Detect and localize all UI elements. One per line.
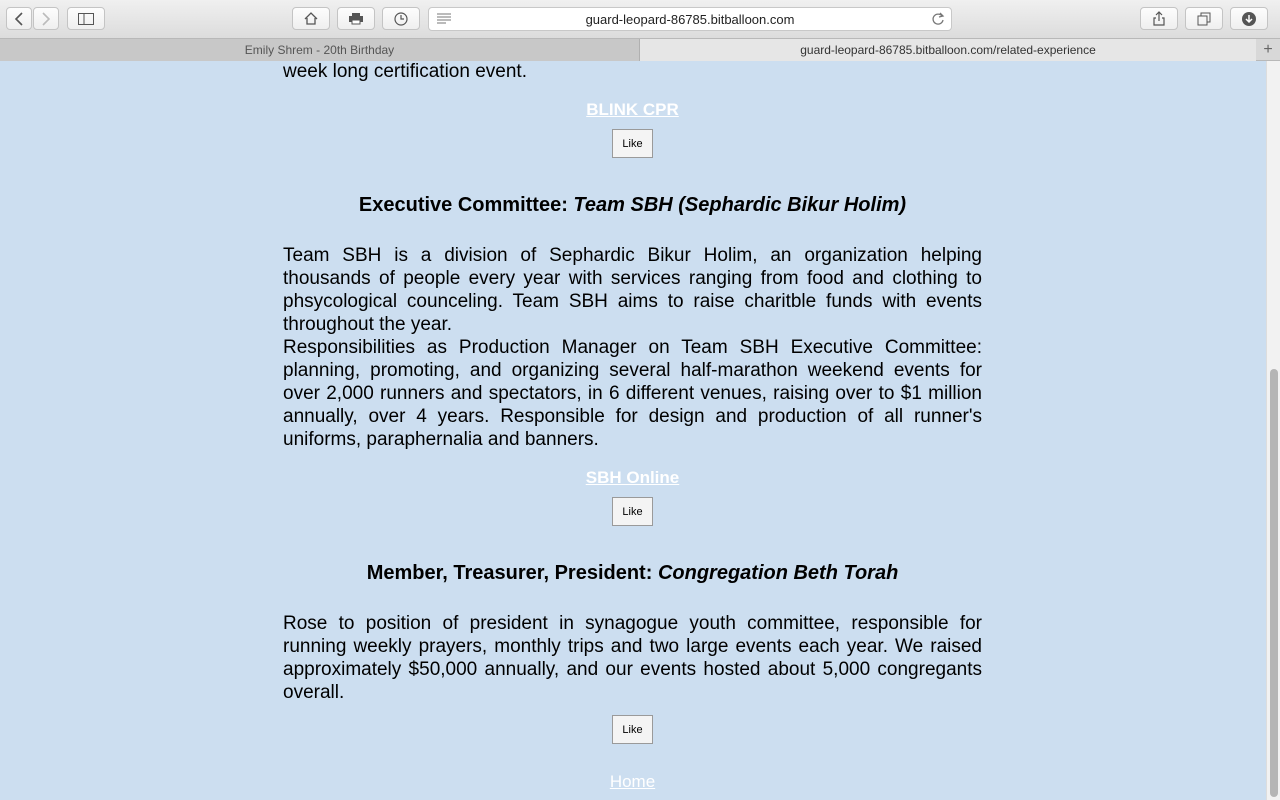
role-title: Member, Treasurer, President:: [366, 562, 658, 584]
sbh-online-link[interactable]: SBH Online: [283, 468, 982, 488]
back-button[interactable]: [6, 7, 32, 30]
section-paragraph: Team SBH is a division of Sephardic Biku…: [283, 245, 982, 335]
tab-bar: Emily Shrem - 20th Birthday guard-leopar…: [0, 39, 1280, 61]
tabs-overview-button[interactable]: [1185, 7, 1223, 30]
home-button[interactable]: [292, 7, 330, 30]
address-bar[interactable]: guard-leopard-86785.bitballoon.com: [428, 7, 952, 31]
page-viewport: week long certification event. BLINK CPR…: [0, 61, 1266, 800]
section-paragraph: Rose to position of president in synagog…: [283, 613, 982, 703]
sidebar-button[interactable]: [67, 7, 105, 30]
like-button[interactable]: Like: [612, 715, 653, 744]
sidebar-icon: [78, 12, 94, 25]
home-icon: [304, 12, 318, 25]
reader-icon[interactable]: [437, 13, 451, 25]
scrollbar[interactable]: [1266, 61, 1280, 800]
org-name: Team SBH (Sephardic Bikur Holim): [573, 194, 907, 216]
share-button[interactable]: [1140, 7, 1178, 30]
print-icon: [349, 13, 363, 25]
tabs-overview-icon: [1197, 12, 1211, 25]
new-tab-icon[interactable]: +: [1256, 39, 1280, 61]
prev-section-tail: week long certification event.: [283, 61, 527, 82]
share-icon: [1153, 11, 1165, 26]
tab-related-experience[interactable]: guard-leopard-86785.bitballoon.com/relat…: [640, 39, 1256, 61]
reload-icon[interactable]: [931, 12, 945, 26]
section-paragraph: Responsibilities as Production Manager o…: [283, 337, 982, 450]
print-button[interactable]: [337, 7, 375, 30]
forward-button[interactable]: [33, 7, 59, 30]
scrollbar-thumb[interactable]: [1270, 369, 1278, 797]
org-name: Congregation Beth Torah: [657, 562, 899, 584]
section-heading: Member, Treasurer, President: Congregati…: [283, 562, 982, 585]
tab-label: guard-leopard-86785.bitballoon.com/relat…: [800, 43, 1096, 57]
tab-label: Emily Shrem - 20th Birthday: [244, 43, 395, 57]
history-button[interactable]: [382, 7, 420, 30]
tab-birthday[interactable]: Emily Shrem - 20th Birthday: [0, 39, 640, 61]
downloads-button[interactable]: [1230, 7, 1268, 30]
back-icon: [14, 11, 23, 26]
section-heading: Executive Committee: Team SBH (Sephardic…: [283, 194, 982, 217]
role-title: Executive Committee:: [358, 194, 574, 216]
history-icon: [394, 11, 408, 26]
browser-toolbar: guard-leopard-86785.bitballoon.com: [0, 0, 1280, 39]
like-button[interactable]: Like: [612, 129, 653, 158]
home-link[interactable]: Home: [283, 772, 982, 792]
forward-icon: [42, 11, 51, 26]
blink-cpr-link[interactable]: BLINK CPR: [283, 100, 982, 120]
downloads-icon: [1242, 11, 1256, 26]
like-button[interactable]: Like: [612, 497, 653, 526]
url-text: guard-leopard-86785.bitballoon.com: [585, 11, 795, 27]
